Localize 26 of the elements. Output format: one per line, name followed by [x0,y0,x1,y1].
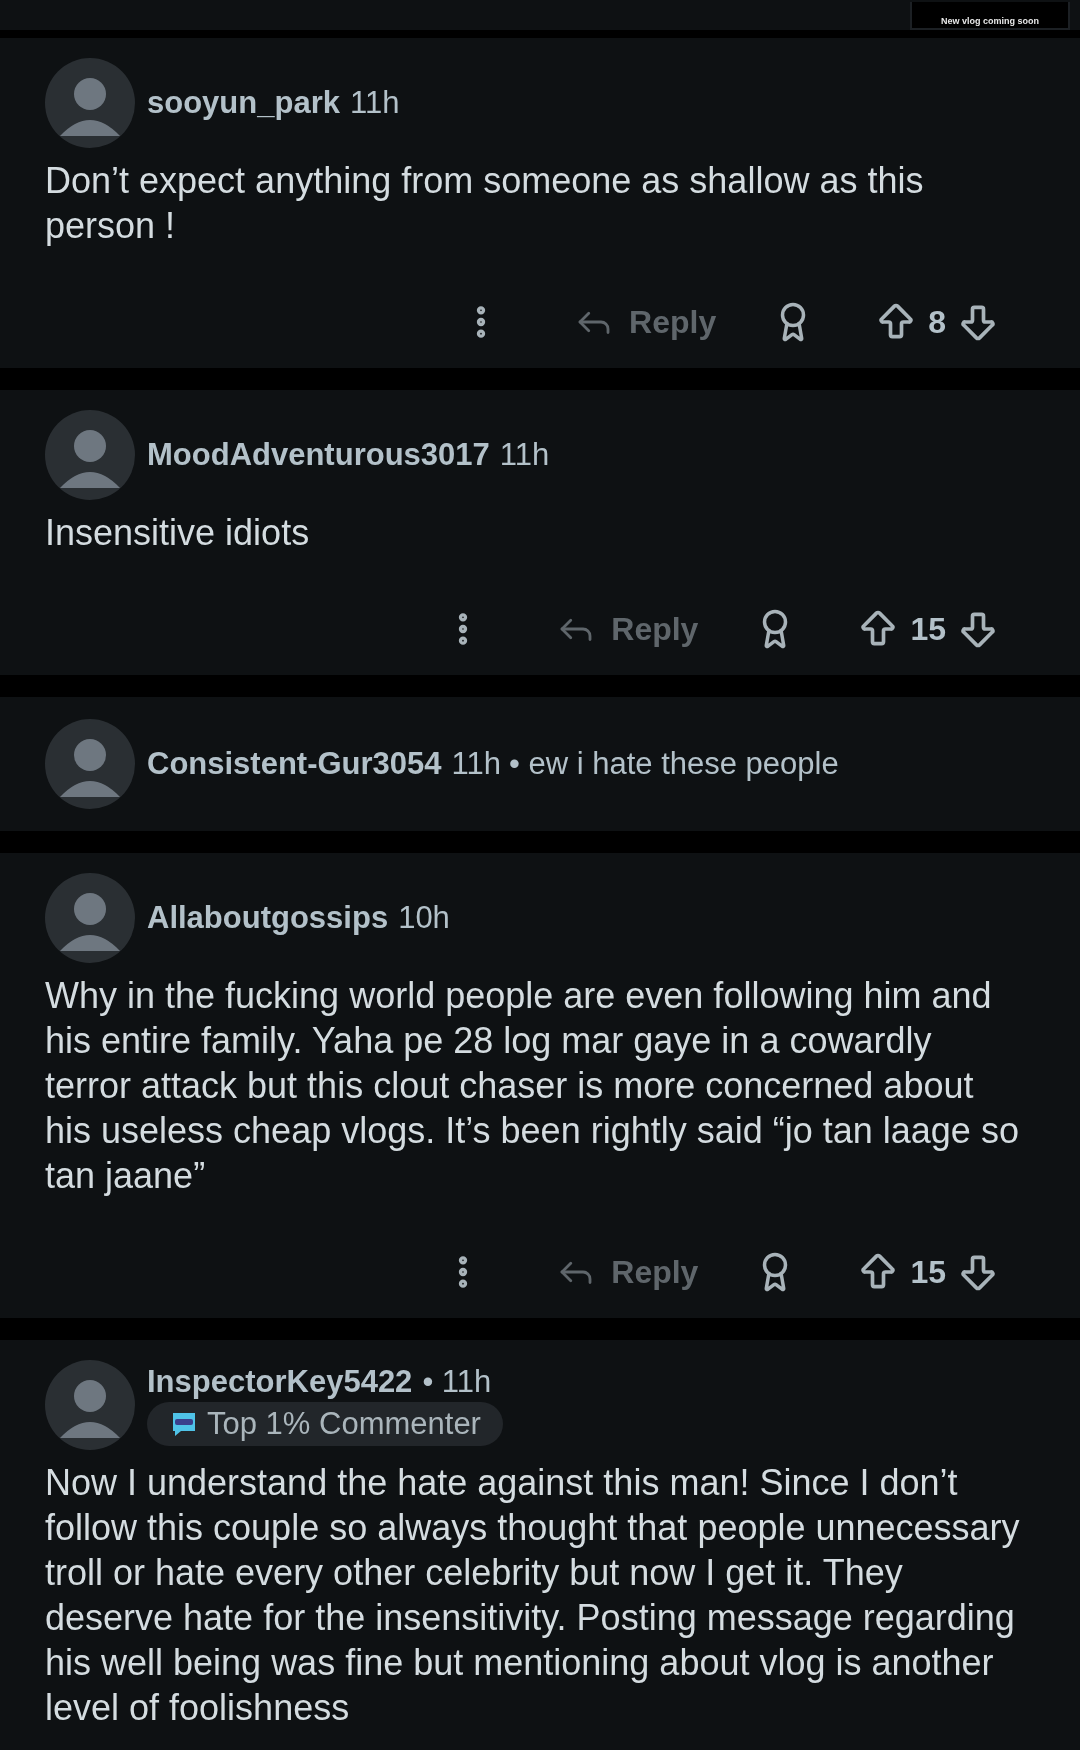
comment-time: 11h [451,746,501,782]
comment-text: Insensitive idiots [45,511,311,555]
thumbnail-caption: New vlog coming soon [941,16,1039,26]
avatar-icon [45,1360,135,1450]
username[interactable]: MoodAdventurous3017 [147,437,490,473]
avatar-icon [45,719,135,809]
avatar-icon [45,410,135,500]
comment-text: Don’t expect anything from someone as shallow as this person ! [45,159,925,248]
comment-time: • 11h [422,1364,492,1400]
vote-count: 8 [928,303,946,341]
comment-text: Now I understand the hate against this man! Since I don’t follow this couple so always thought that people unnecessary troll or hate every other celebrity but now I get it. They deserve hate for the insensitivity. Posting message regarding his well being was fine but mentioning about vlog is another level of foolishness [45,1461,1021,1730]
comment-text: Why in the fucking world people are even following him and his entire family. Yaha pe 28 log mar gaye in a cowardly terror attack but this clout chaser is more concerned about his useless cheap vlogs. It’s been rightly said “jo tan laage so tan jaane” [45,974,1020,1198]
avatar-icon [45,873,135,963]
comment-preview: • ew i hate these people [509,746,839,782]
username[interactable]: Allaboutgossips [147,900,389,936]
comment-time: 10h [398,900,450,936]
badge-label: Top 1% Commenter [207,1406,481,1442]
video-thumbnail[interactable]: New vlog coming soon [910,2,1070,30]
vote-count: 15 [910,610,946,648]
username[interactable]: Consistent-Gur3054 [147,746,442,782]
comment-time: 11h [349,85,400,121]
comment-time: 11h [499,437,550,473]
username[interactable]: sooyun_park [147,85,340,121]
username[interactable]: InspectorKey5422 [147,1364,413,1400]
avatar-icon [45,58,135,148]
vote-count: 15 [910,1253,946,1291]
